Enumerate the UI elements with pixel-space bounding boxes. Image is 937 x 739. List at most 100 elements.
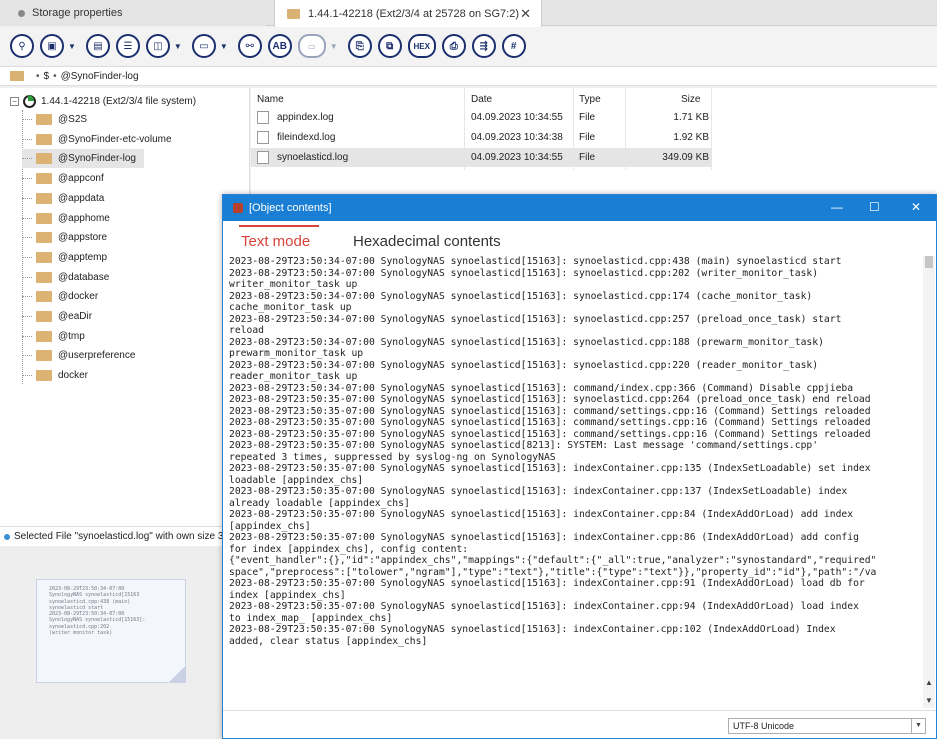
hex-icon[interactable]: HEX — [407, 34, 436, 58]
tree-connector — [22, 237, 32, 239]
folder-icon — [36, 330, 52, 342]
maximize-icon[interactable]: ☐ — [869, 200, 880, 214]
tree-item[interactable]: @database — [22, 268, 109, 287]
tree-connector — [22, 256, 32, 258]
minimize-icon[interactable]: — — [831, 200, 843, 214]
copy-icon[interactable]: ⧉ — [377, 34, 402, 58]
image-icon[interactable]: ▭ — [297, 34, 326, 58]
tree-item[interactable]: @appstore — [22, 228, 107, 247]
log-text-view[interactable]: 2023-08-29T23:50:34-07:00 SynologyNAS sy… — [229, 256, 921, 707]
file-date: 04.09.2023 10:34:55 — [471, 112, 563, 123]
file-size: 1.92 KB — [673, 132, 709, 143]
folder-icon — [36, 173, 52, 185]
breadcrumb-separator: • — [53, 70, 57, 82]
tree-item[interactable]: @apphome — [22, 209, 110, 228]
folder-icon — [36, 232, 52, 244]
scroll-up-icon[interactable]: ▲ — [925, 678, 933, 687]
tree-item[interactable]: @SynoFinder-etc-volume — [22, 130, 172, 149]
scroll-thumb[interactable] — [925, 256, 933, 268]
log-line: index [appindex_chs] — [229, 589, 346, 601]
status-bar: Selected File "synoelasticd.log" with ow… — [0, 526, 230, 546]
tree-item[interactable]: docker — [22, 366, 88, 385]
file-name: appindex.log — [277, 112, 334, 123]
chevron-down-icon[interactable]: ▼ — [911, 719, 925, 733]
folder-icon — [10, 71, 24, 81]
file-size: 1.71 KB — [673, 112, 709, 123]
encoding-select[interactable]: UTF-8 Unicode ▼ — [728, 718, 926, 734]
tree-item-label: @tmp — [58, 330, 85, 342]
tab-label: 1.44.1-42218 (Ext2/3/4 at 25728 on SG7:2… — [308, 7, 519, 20]
folder-tree: − 1.44.1-42218 (Ext2/3/4 file system) @S… — [0, 88, 250, 526]
tab-hexadecimal[interactable]: Hexadecimal contents — [353, 233, 501, 250]
table-row[interactable]: appindex.log 04.09.2023 10:34:55 File 1.71 … — [251, 108, 711, 127]
list-icon[interactable]: ☰ — [115, 34, 140, 58]
view-dropdown-icon[interactable]: ▼ — [174, 42, 182, 51]
tab-storage-properties[interactable]: Storage properties — [0, 0, 266, 26]
tree-connector — [22, 316, 32, 317]
tree-item[interactable]: @SynoFinder-log — [22, 149, 144, 169]
breadcrumb-root[interactable]: $ — [44, 71, 50, 82]
save-icon[interactable]: ▣ — [40, 34, 64, 58]
tree-root[interactable]: − 1.44.1-42218 (Ext2/3/4 file system) — [10, 92, 196, 110]
log-line: 2023-08-29T23:50:34-07:00 SynologyNAS sy… — [229, 382, 854, 394]
search-icon[interactable]: ⚲ — [10, 34, 34, 58]
match-case-icon[interactable]: AB — [267, 34, 292, 58]
tree-connector — [22, 217, 32, 219]
breadcrumb-current[interactable]: @SynoFinder-log — [61, 71, 139, 82]
file-name: fileindexd.log — [277, 132, 336, 143]
tree-item-label: docker — [58, 370, 89, 382]
file-icon — [257, 151, 269, 164]
status-text: Selected File "synoelasticd.log" with ow… — [14, 531, 229, 542]
export-icon[interactable]: ⇶ — [471, 34, 496, 58]
tree-item-label: @database — [58, 271, 110, 283]
tree-connector — [22, 178, 32, 180]
tree-item[interactable]: @userpreference — [22, 346, 135, 365]
file-icon — [257, 131, 269, 144]
file-size: 349.09 KB — [662, 152, 709, 163]
log-line: 2023-08-29T23:50:34-07:00 SynologyNAS sy… — [229, 359, 819, 371]
file-preview-thumbnail[interactable]: 2023-08-29T23:50:34-07:00 SynologyNAS syn… — [36, 579, 186, 683]
tree-item[interactable]: @tmp — [22, 327, 85, 346]
tab-filesystem[interactable]: 1.44.1-42218 (Ext2/3/4 at 25728 on SG7:2… — [274, 0, 542, 27]
save-as-icon[interactable]: ▤ — [85, 34, 110, 58]
tree-item-label: @SynoFinder-etc-volume — [58, 133, 172, 145]
app-icon — [233, 203, 243, 213]
scroll-down-icon[interactable]: ▼ — [925, 696, 933, 705]
view-icon[interactable]: ◫ — [145, 34, 170, 58]
collapse-icon[interactable]: − — [10, 96, 19, 106]
tree-item[interactable]: @S2S — [22, 110, 87, 129]
tree-item[interactable]: @appconf — [22, 169, 104, 188]
close-icon[interactable]: ✕ — [911, 200, 921, 214]
panel-icon[interactable]: ▭ — [191, 34, 216, 58]
number-icon[interactable]: # — [501, 34, 526, 58]
folder-icon — [36, 370, 52, 382]
log-line: 2023-08-29T23:50:35-07:00 SynologyNAS sy… — [229, 405, 871, 417]
tree-item[interactable]: @eaDir — [22, 307, 92, 326]
close-tab-icon[interactable]: ✕ — [520, 6, 531, 22]
disk-icon — [23, 94, 36, 108]
tree-connector — [22, 197, 32, 199]
log-line: [appindex_chs] — [229, 520, 311, 532]
panel-dropdown-icon[interactable]: ▼ — [220, 42, 228, 51]
file-icon[interactable]: ⎘ — [347, 34, 372, 58]
log-line: for index [appindex_chs], config content… — [229, 543, 469, 555]
folder-icon — [36, 350, 52, 362]
find-icon[interactable]: ⚯ — [237, 34, 262, 58]
tree-item-label: @apptemp — [58, 251, 108, 263]
vertical-scrollbar[interactable]: ▲ ▼ — [923, 256, 935, 708]
print-icon[interactable]: ⎙ — [441, 34, 466, 58]
tab-text-mode[interactable]: Text mode — [238, 225, 320, 250]
log-line: prewarm_monitor_task up — [229, 348, 364, 359]
table-row[interactable]: fileindexd.log 04.09.2023 10:34:38 File 1.9… — [251, 128, 711, 147]
tree-item-label: @apphome — [58, 212, 110, 224]
log-line: 2023-08-29T23:50:35-07:00 SynologyNAS sy… — [229, 601, 859, 612]
encoding-value: UTF-8 Unicode — [733, 721, 795, 731]
image-dropdown-icon[interactable]: ▼ — [330, 42, 338, 51]
tree-item[interactable]: @apptemp — [22, 248, 107, 267]
save-dropdown-icon[interactable]: ▼ — [68, 42, 76, 51]
file-type: File — [579, 132, 596, 143]
table-row[interactable]: synoelasticd.log 04.09.2023 10:34:55 File 3… — [251, 148, 711, 167]
tree-item[interactable]: @docker — [22, 287, 98, 306]
window-titlebar[interactable]: [Object contents] — ☐ ✕ — [223, 195, 936, 221]
tree-item[interactable]: @appdata — [22, 189, 104, 208]
